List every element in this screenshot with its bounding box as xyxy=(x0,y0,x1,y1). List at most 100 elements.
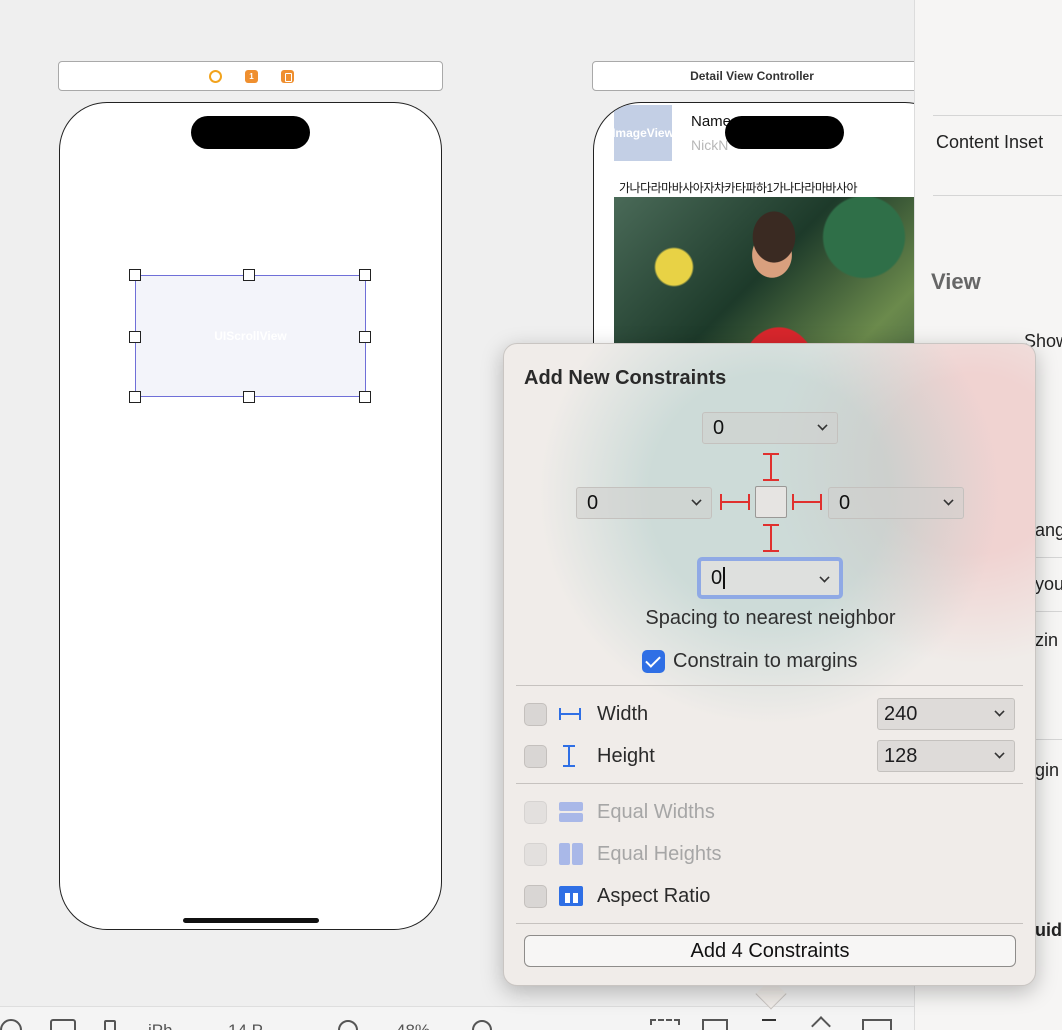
partial-label: gin xyxy=(1035,760,1060,780)
partial-label: zin xyxy=(1035,630,1059,650)
resize-handle-top-right[interactable] xyxy=(359,269,371,281)
phone-frame-left[interactable]: UIScrollView xyxy=(59,102,442,930)
embed-in-icon[interactable] xyxy=(702,1019,728,1030)
leading-spacing-combo[interactable]: 0 xyxy=(576,487,712,519)
exit-icon[interactable] xyxy=(281,70,294,83)
dynamic-island xyxy=(191,116,310,149)
add-constraints-icon[interactable] xyxy=(762,1019,776,1030)
zoom-out-icon[interactable] xyxy=(338,1020,358,1030)
resize-handle-top-left[interactable] xyxy=(129,269,141,281)
equal-widths-row: Equal Widths xyxy=(524,796,1015,828)
top-spacing-combo[interactable]: 0 xyxy=(702,412,838,444)
chevron-down-icon[interactable] xyxy=(994,706,1005,717)
scene-title: Detail View Controller xyxy=(690,69,814,83)
width-label: Width xyxy=(597,702,649,725)
height-row[interactable]: Height 128 xyxy=(524,740,1015,772)
top-spacing-value: 0 xyxy=(713,416,725,439)
scroll-view-label: UIScrollView xyxy=(214,329,287,343)
equal-widths-checkbox xyxy=(524,800,547,824)
equal-heights-label: Equal Heights xyxy=(597,842,722,865)
home-indicator xyxy=(183,918,319,923)
equal-heights-icon xyxy=(557,842,585,866)
aspect-ratio-checkbox[interactable] xyxy=(524,884,547,908)
resize-handle-top[interactable] xyxy=(243,269,255,281)
spacing-caption: Spacing to nearest neighbor xyxy=(645,607,896,629)
bottom-spacing-value[interactable]: 0 xyxy=(711,567,722,590)
chevron-down-icon[interactable] xyxy=(691,495,702,506)
constrain-to-margins-label: Constrain to margins xyxy=(673,650,858,672)
resize-handle-bottom-right[interactable] xyxy=(359,391,371,403)
resize-handle-left[interactable] xyxy=(129,331,141,343)
aspect-ratio-label: Aspect Ratio xyxy=(597,884,711,907)
view-controller-icon[interactable] xyxy=(209,70,222,83)
nickname-label[interactable]: NickN xyxy=(691,137,728,153)
scene-dock-left[interactable]: 1 xyxy=(58,61,443,91)
orientation-icon[interactable] xyxy=(50,1019,76,1030)
body-text-label[interactable]: 가나다라마바사아자차카타파하1가나다라마바사아 xyxy=(619,179,858,196)
resolve-issues-icon[interactable] xyxy=(811,1016,831,1030)
constrain-to-margins-row[interactable]: Constrain to margins xyxy=(642,650,858,673)
divider xyxy=(516,923,1023,924)
partial-label: ang xyxy=(1035,520,1062,540)
divider xyxy=(933,115,1062,116)
height-icon xyxy=(557,744,585,768)
chevron-down-icon[interactable] xyxy=(819,572,830,583)
leading-constraint-icon[interactable] xyxy=(720,494,750,510)
trailing-spacing-combo[interactable]: 0 xyxy=(828,487,964,519)
device-icon[interactable] xyxy=(104,1020,116,1030)
resize-handle-right[interactable] xyxy=(359,331,371,343)
partial-label: uid xyxy=(1035,920,1062,940)
trailing-spacing-value: 0 xyxy=(839,491,851,514)
aspect-ratio-icon xyxy=(557,884,585,908)
divider xyxy=(516,685,1023,686)
width-value[interactable]: 240 xyxy=(884,703,917,726)
leading-spacing-value: 0 xyxy=(587,491,599,514)
chevron-down-icon[interactable] xyxy=(817,420,828,431)
image-view-label: ImageView xyxy=(614,126,672,140)
device-name[interactable]: iPh xyxy=(148,1021,173,1030)
view-section-header: View xyxy=(931,269,981,294)
zoom-level[interactable]: 48% xyxy=(396,1021,430,1030)
constrain-to-margins-checkbox[interactable] xyxy=(642,650,665,673)
resize-handle-bottom-left[interactable] xyxy=(129,391,141,403)
aspect-ratio-row[interactable]: Aspect Ratio xyxy=(524,880,1015,912)
popover-title: Add New Constraints xyxy=(524,367,727,389)
trailing-constraint-icon[interactable] xyxy=(792,494,822,510)
equal-widths-label: Equal Widths xyxy=(597,800,715,823)
divider xyxy=(516,783,1023,784)
content-insets-label: Content Inset xyxy=(936,132,1044,152)
width-value-combo[interactable]: 240 xyxy=(877,698,1015,730)
scroll-view-selected[interactable]: UIScrollView xyxy=(135,275,366,397)
canvas-bottom-toolbar: iPh 14 P 48% xyxy=(0,1006,914,1030)
divider xyxy=(933,195,1062,196)
text-caret xyxy=(723,567,725,589)
resize-handle-bottom[interactable] xyxy=(243,391,255,403)
selected-view-box xyxy=(755,486,787,518)
align-icon[interactable] xyxy=(862,1019,892,1030)
update-frames-icon[interactable] xyxy=(650,1019,680,1030)
width-checkbox[interactable] xyxy=(524,702,547,726)
device-model[interactable]: 14 P xyxy=(228,1021,263,1030)
scene-dock-right[interactable]: Detail View Controller xyxy=(592,61,932,91)
first-responder-icon[interactable]: 1 xyxy=(245,70,258,83)
zoom-in-icon[interactable] xyxy=(472,1020,492,1030)
equal-heights-row: Equal Heights xyxy=(524,838,1015,870)
image-view[interactable]: ImageView xyxy=(614,105,672,161)
bottom-constraint-icon[interactable] xyxy=(763,524,779,552)
bottom-spacing-combo[interactable]: 0 xyxy=(697,557,843,599)
partial-label: you xyxy=(1035,574,1062,594)
chevron-down-icon[interactable] xyxy=(943,495,954,506)
dynamic-island xyxy=(725,116,844,149)
add-constraints-button[interactable]: Add 4 Constraints xyxy=(524,935,1016,967)
height-value[interactable]: 128 xyxy=(884,745,917,768)
height-label: Height xyxy=(597,744,655,767)
height-value-combo[interactable]: 128 xyxy=(877,740,1015,772)
equal-heights-checkbox xyxy=(524,842,547,866)
height-checkbox[interactable] xyxy=(524,744,547,768)
width-row[interactable]: Width 240 xyxy=(524,698,1015,730)
width-icon xyxy=(557,702,585,726)
device-toggle-icon[interactable] xyxy=(0,1019,22,1030)
add-constraints-popover: Add New Constraints 0 0 0 0 Spacing to n… xyxy=(503,343,1036,986)
chevron-down-icon[interactable] xyxy=(994,748,1005,759)
top-constraint-icon[interactable] xyxy=(763,453,779,481)
